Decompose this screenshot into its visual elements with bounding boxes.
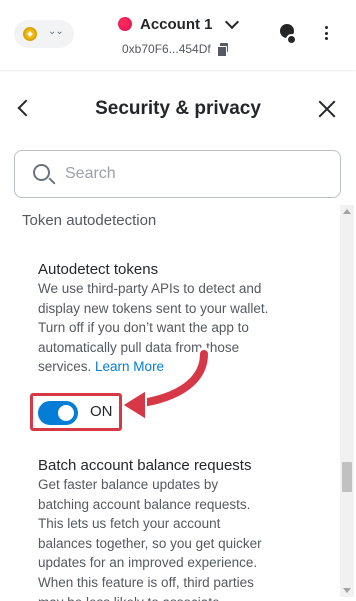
description-line: When this feature is off, third parties — [38, 574, 254, 590]
chevron-down-icon: ⌄⌄ — [48, 26, 64, 37]
search-icon — [33, 164, 50, 181]
account-picker[interactable]: Account 1 — [118, 12, 239, 36]
kebab-menu-icon[interactable] — [324, 26, 328, 40]
toggle-knob — [58, 405, 74, 421]
description-line: This lets us fetch your account — [38, 516, 221, 532]
copy-icon[interactable] — [216, 43, 229, 57]
scroll-down-arrow-icon[interactable] — [343, 588, 351, 593]
account-name: Account 1 — [140, 15, 213, 33]
description-line: display new tokens sent to your wallet. — [38, 300, 269, 316]
bnb-coin-icon — [23, 27, 37, 41]
account-avatar — [118, 17, 132, 31]
description-line: We use third-party APIs to detect and — [38, 281, 262, 296]
setting-title-autodetect: Autodetect tokens — [38, 261, 159, 278]
description-line: batching account balance requests. — [38, 496, 251, 512]
chevron-down-icon — [224, 14, 239, 29]
description-line: balances together, so you get quicker — [38, 535, 262, 551]
setting-description-batch: Get faster balance updates by batching a… — [38, 475, 298, 601]
address-text: 0xb70F6...454Df — [122, 42, 211, 56]
scroll-up-arrow-icon[interactable] — [343, 209, 351, 214]
description-line: Get faster balance updates by — [38, 477, 219, 492]
description-line: may be less likely to associate... — [38, 593, 298, 601]
app-header: ⌄⌄ Account 1 0xb70F6...454Df — [0, 0, 356, 70]
search-box[interactable] — [14, 150, 341, 198]
description-line: Turn off if you don’t want the app to — [38, 320, 249, 336]
scrollbar[interactable] — [340, 205, 354, 597]
scroll-thumb[interactable] — [342, 462, 352, 492]
autodetect-toggle[interactable] — [38, 401, 78, 425]
section-heading: Token autodetection — [22, 212, 157, 229]
close-icon[interactable] — [318, 100, 336, 118]
search-input[interactable] — [65, 161, 325, 187]
account-address[interactable]: 0xb70F6...454Df — [122, 42, 229, 57]
toggle-state-label: ON — [90, 403, 113, 420]
globe-icon[interactable] — [280, 24, 297, 45]
description-line: updates for an improved experience. — [38, 555, 258, 571]
setting-title-batch: Batch account balance requests — [38, 457, 252, 474]
page-title: Security & privacy — [95, 98, 261, 119]
network-picker[interactable]: ⌄⌄ — [14, 20, 74, 48]
description-line-end: services. — [38, 359, 92, 375]
